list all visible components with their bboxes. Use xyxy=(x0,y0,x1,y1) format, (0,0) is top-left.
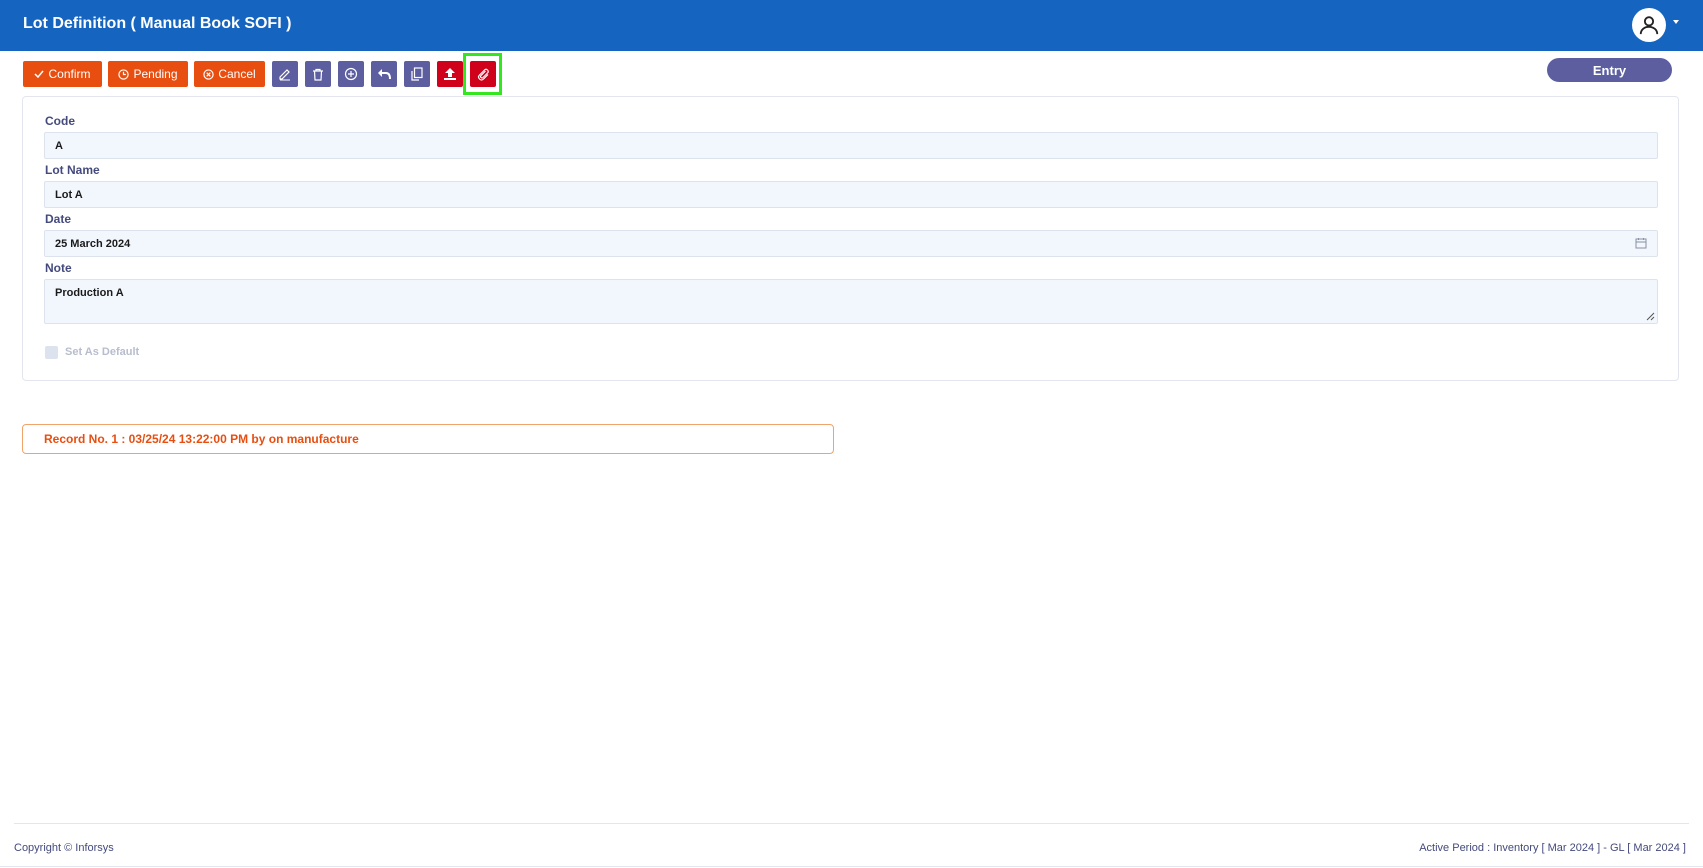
code-label: Code xyxy=(45,114,75,128)
code-field[interactable]: A xyxy=(44,132,1658,159)
confirm-label: Confirm xyxy=(48,67,91,81)
user-icon xyxy=(1639,16,1659,35)
lot-name-label: Lot Name xyxy=(45,163,100,177)
upload-button[interactable] xyxy=(437,61,463,87)
delete-button[interactable] xyxy=(305,61,331,87)
chevron-down-icon[interactable] xyxy=(1673,20,1679,24)
set-default-label: Set As Default xyxy=(65,346,140,358)
date-label: Date xyxy=(45,212,72,226)
cancel-circle-icon xyxy=(203,68,214,80)
top-bar: Lot Definition ( Manual Book SOFI ) xyxy=(0,0,1703,51)
lot-name-value: Lot A xyxy=(55,188,83,201)
code-value: A xyxy=(55,139,63,152)
copy-icon xyxy=(411,67,423,81)
page-title: Lot Definition ( Manual Book SOFI ) xyxy=(23,15,292,32)
add-button[interactable] xyxy=(338,61,364,87)
edit-button[interactable] xyxy=(272,61,298,87)
selection-highlight xyxy=(463,53,502,95)
pending-button[interactable]: Pending xyxy=(108,61,188,87)
undo-button[interactable] xyxy=(371,61,397,87)
cancel-label: Cancel xyxy=(218,67,256,81)
copy-button[interactable] xyxy=(404,61,430,87)
note-field[interactable]: Production A xyxy=(44,279,1658,324)
status-badge: Entry xyxy=(1547,58,1672,82)
calendar-icon[interactable] xyxy=(1635,237,1647,249)
note-label: Note xyxy=(45,261,72,275)
footer-divider xyxy=(14,823,1689,824)
check-icon xyxy=(34,70,45,79)
form-card: Code A Lot Name Lot A Date 25 March 2024… xyxy=(22,96,1679,381)
lot-name-field[interactable]: Lot A xyxy=(44,181,1658,208)
clock-icon xyxy=(118,68,130,80)
record-info-text: Record No. 1 : 03/25/24 13:22:00 PM by o… xyxy=(44,432,359,446)
date-value: 25 March 2024 xyxy=(55,237,131,250)
cancel-button[interactable]: Cancel xyxy=(194,61,265,87)
date-field[interactable]: 25 March 2024 xyxy=(44,230,1658,257)
undo-icon xyxy=(378,69,391,80)
upload-icon xyxy=(444,68,456,80)
copyright: Copyright © Inforsys xyxy=(14,842,114,854)
edit-icon xyxy=(279,69,290,81)
trash-icon xyxy=(313,68,323,81)
record-info: Record No. 1 : 03/25/24 13:22:00 PM by o… xyxy=(22,424,834,454)
resize-handle-icon[interactable] xyxy=(1646,312,1655,321)
active-period: Active Period : Inventory [ Mar 2024 ] -… xyxy=(1419,842,1686,854)
pending-label: Pending xyxy=(133,67,178,81)
set-default-checkbox[interactable] xyxy=(45,346,58,359)
bottom-divider xyxy=(0,866,1703,867)
confirm-button[interactable]: Confirm xyxy=(23,61,102,87)
user-avatar[interactable] xyxy=(1632,8,1666,42)
note-value: Production A xyxy=(55,287,124,299)
add-icon xyxy=(344,67,358,81)
